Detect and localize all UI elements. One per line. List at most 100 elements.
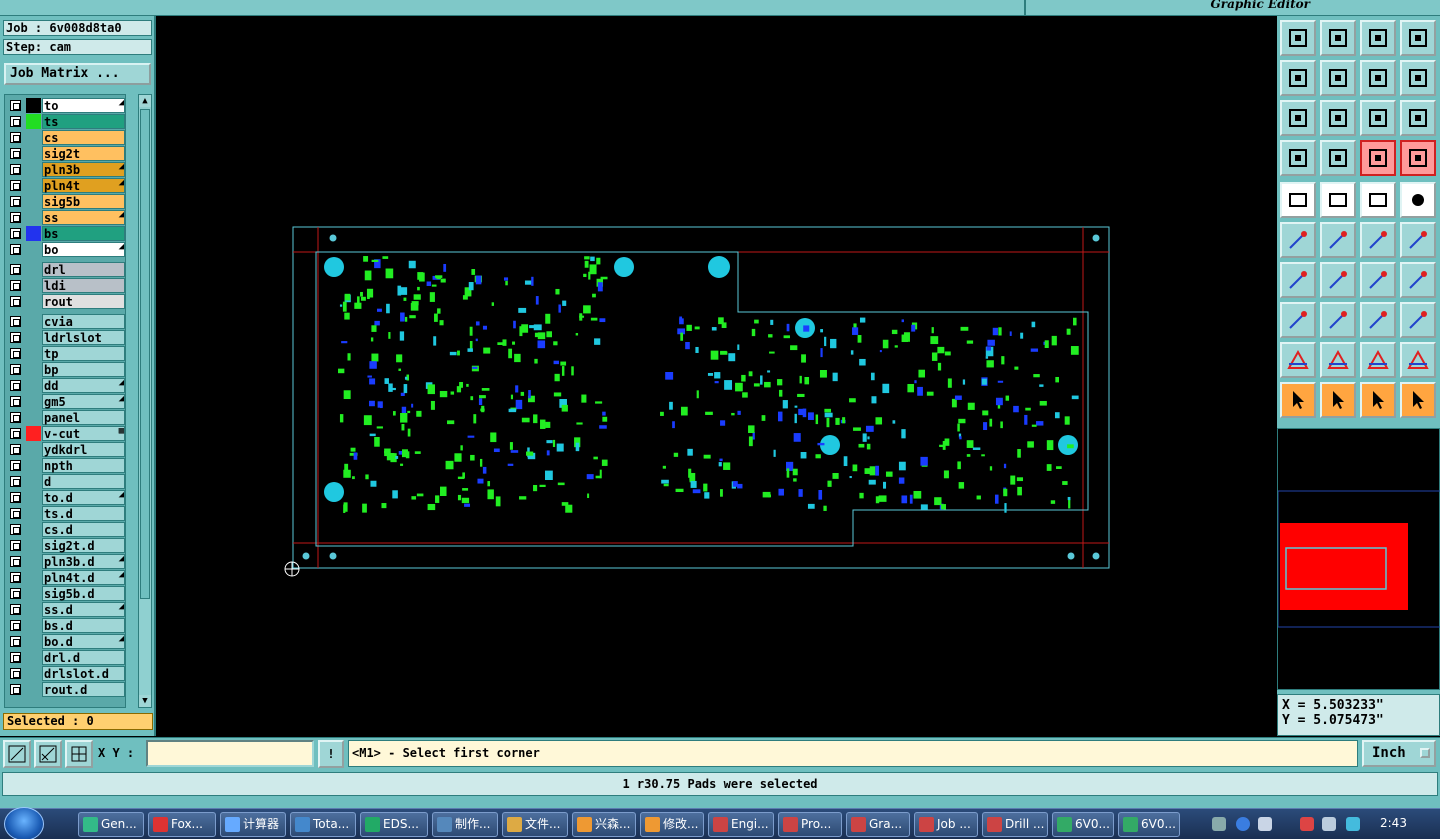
layer-name[interactable]: pln3b	[42, 162, 125, 177]
layer-name[interactable]: tp	[42, 346, 125, 361]
layer-checkbox[interactable]	[10, 652, 21, 663]
layer-checkbox[interactable]	[10, 228, 21, 239]
layer-name[interactable]: ss.d	[42, 602, 125, 617]
layer-row[interactable]: d	[7, 474, 125, 489]
layer-checkbox[interactable]	[10, 132, 21, 143]
taskbar-item[interactable]: 文件...	[502, 812, 568, 837]
layer-checkbox[interactable]	[10, 524, 21, 535]
taskbar-item[interactable]: 修改...	[640, 812, 704, 837]
layer-color[interactable]	[26, 410, 41, 425]
layer-row[interactable]: v-cut ▦	[7, 426, 125, 441]
layer-name[interactable]: sig2t	[42, 146, 125, 161]
layer-row[interactable]: bs.d	[7, 618, 125, 633]
export-icon[interactable]	[1320, 20, 1356, 56]
layer-name[interactable]: pln4t.d	[42, 570, 125, 585]
layer-name[interactable]: bs	[42, 226, 125, 241]
layer-row[interactable]: sig2t	[7, 146, 125, 161]
layer-row[interactable]: cvia	[7, 314, 125, 329]
layer-name[interactable]: panel	[42, 410, 125, 425]
layer-color[interactable]	[26, 490, 41, 505]
layer-checkbox[interactable]	[10, 396, 21, 407]
snap-icon[interactable]	[1360, 140, 1396, 176]
layer-color[interactable]	[26, 362, 41, 377]
layer-row[interactable]: pln4t ◢	[7, 178, 125, 193]
layer-checkbox[interactable]	[10, 460, 21, 471]
layer-row[interactable]: ydkdrl	[7, 442, 125, 457]
layer-name[interactable]: drl.d	[42, 650, 125, 665]
layer-name[interactable]: ldrlslot	[42, 330, 125, 345]
layer-row[interactable]: bo ◢	[7, 242, 125, 257]
window-split-icon[interactable]	[1400, 20, 1436, 56]
layer-checkbox[interactable]	[10, 244, 21, 255]
layer-row[interactable]: cs	[7, 130, 125, 145]
layer-color[interactable]	[26, 538, 41, 553]
layer-checkbox[interactable]	[10, 476, 21, 487]
taskbar-item[interactable]: Job ...	[914, 812, 978, 837]
layer-color[interactable]	[26, 262, 41, 277]
layer-color[interactable]	[26, 666, 41, 681]
layer-checkbox[interactable]	[10, 116, 21, 127]
layer-color[interactable]	[26, 394, 41, 409]
zoom-1-2-icon[interactable]	[1360, 100, 1396, 136]
layer-checkbox[interactable]	[10, 428, 21, 439]
layer-row[interactable]: sig2t.d	[7, 538, 125, 553]
dropdown-icon[interactable]	[1420, 748, 1430, 758]
layer-checkbox[interactable]	[10, 100, 21, 111]
copy-icon[interactable]	[1400, 302, 1436, 338]
layer-row[interactable]: ldrlslot	[7, 330, 125, 345]
layer-name[interactable]: rout.d	[42, 682, 125, 697]
layer-color[interactable]	[26, 114, 41, 129]
layer-checkbox[interactable]	[10, 364, 21, 375]
line-icon[interactable]	[1320, 262, 1356, 298]
layer-color[interactable]	[26, 618, 41, 633]
draw-mode-icon[interactable]	[3, 740, 31, 768]
layer-checkbox[interactable]	[10, 316, 21, 327]
network-icon[interactable]	[1258, 817, 1272, 831]
graphic-canvas[interactable]	[158, 16, 1276, 736]
text-icon[interactable]	[1400, 262, 1436, 298]
layer-name[interactable]: ydkdrl	[42, 442, 125, 457]
move-icon[interactable]	[1280, 302, 1316, 338]
layer-name[interactable]: sig5b.d	[42, 586, 125, 601]
layer-checkbox[interactable]	[10, 636, 21, 647]
minus-icon[interactable]	[1320, 302, 1356, 338]
layer-row[interactable]: to ◢	[7, 98, 125, 113]
connect-icon[interactable]	[1360, 222, 1396, 258]
route-icon[interactable]	[1400, 382, 1436, 418]
taskbar-item[interactable]: Gen...	[78, 812, 144, 837]
layer-row[interactable]: npth	[7, 458, 125, 473]
layer-color[interactable]	[26, 242, 41, 257]
keyboard-icon[interactable]	[1212, 817, 1226, 831]
key-icon[interactable]	[1320, 140, 1356, 176]
pointer-select-icon[interactable]	[1320, 382, 1356, 418]
ruler-icon[interactable]	[1360, 182, 1396, 218]
pointer-icon[interactable]	[1280, 382, 1316, 418]
layer-checkbox[interactable]	[10, 332, 21, 343]
layer-color[interactable]	[26, 146, 41, 161]
layer-color[interactable]	[26, 682, 41, 697]
layer-name[interactable]: to	[42, 98, 125, 113]
layer-row[interactable]: rout	[7, 294, 125, 309]
layer-checkbox[interactable]	[10, 264, 21, 275]
layer-color[interactable]	[26, 98, 41, 113]
layer-name[interactable]: npth	[42, 458, 125, 473]
layer-color[interactable]	[26, 162, 41, 177]
triangle-icon[interactable]	[1280, 342, 1316, 378]
layer-checkbox[interactable]	[10, 180, 21, 191]
layer-row[interactable]: sig5b	[7, 194, 125, 209]
layer-name[interactable]: gm5	[42, 394, 125, 409]
layer-row[interactable]: dd ◢	[7, 378, 125, 393]
taskbar-item[interactable]: Gra...	[846, 812, 910, 837]
layer-name[interactable]: bs.d	[42, 618, 125, 633]
layer-color[interactable]	[26, 650, 41, 665]
xy-input[interactable]	[146, 740, 314, 767]
layer-name[interactable]: dd	[42, 378, 125, 393]
layer-row[interactable]: gm5 ◢	[7, 394, 125, 409]
taskbar-item[interactable]: Drill ...	[982, 812, 1048, 837]
layer-color[interactable]	[26, 586, 41, 601]
layer-checkbox[interactable]	[10, 540, 21, 551]
layer-name[interactable]: ss	[42, 210, 125, 225]
import-icon[interactable]	[1280, 20, 1316, 56]
taskbar-item[interactable]: 制作...	[432, 812, 498, 837]
layer-name[interactable]: cs.d	[42, 522, 125, 537]
